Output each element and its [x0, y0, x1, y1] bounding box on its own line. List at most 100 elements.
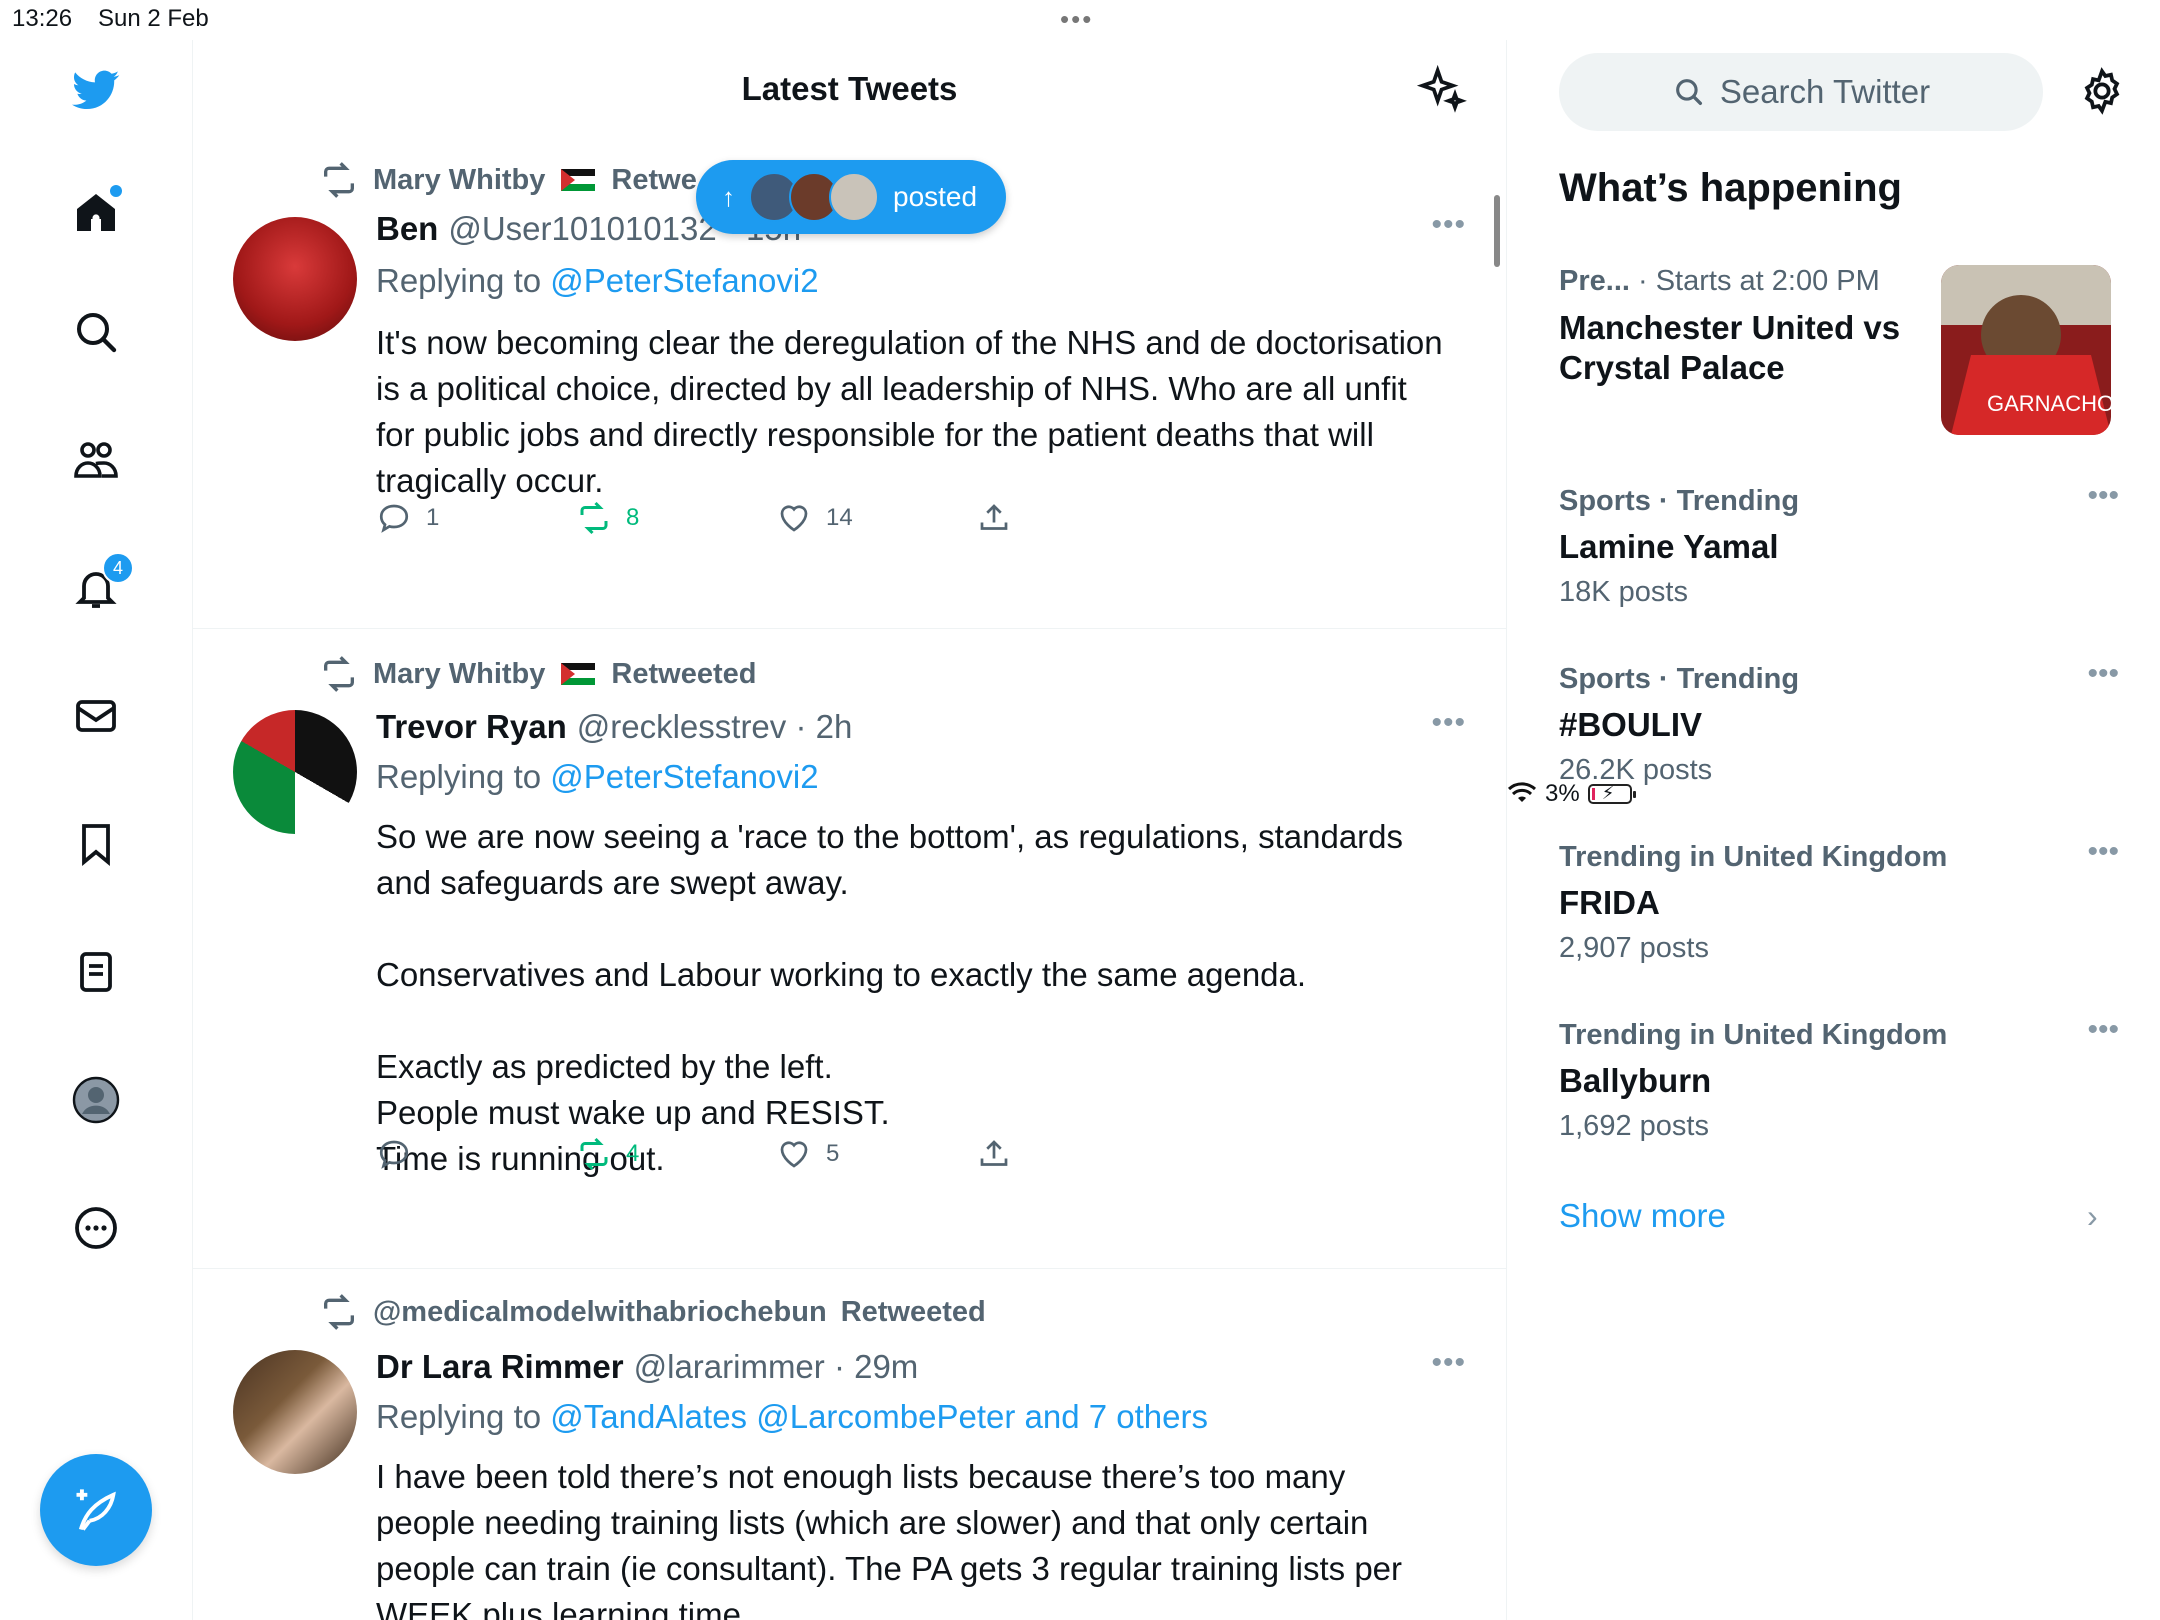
- reply-button[interactable]: 1: [376, 500, 439, 536]
- author-handle[interactable]: @recklesstrev · 2h: [577, 708, 853, 746]
- reply-target-link[interactable]: @PeterStefanovi2: [550, 262, 818, 299]
- like-button[interactable]: 5: [776, 1136, 839, 1172]
- tweet-header: Trevor Ryan @recklesstrev · 2h: [376, 708, 852, 746]
- tweet-header: Dr Lara Rimmer @lararimmer · 29m: [376, 1348, 918, 1386]
- retweeter-name[interactable]: Mary Whitby: [373, 658, 545, 691]
- avatar[interactable]: [233, 710, 357, 834]
- retweeted-label: Retwe: [611, 163, 697, 196]
- nav-messages[interactable]: [66, 686, 126, 746]
- like-count: 14: [826, 504, 853, 531]
- share-button[interactable]: [976, 1136, 1012, 1172]
- event-context: Pre...: [1559, 265, 1630, 297]
- tweet-card[interactable]: Mary Whitby Retweeted Trevor Ryan @reckl…: [193, 628, 1506, 1269]
- event-time: · Starts at 2:00 PM: [1638, 265, 1880, 297]
- nav-bookmarks[interactable]: [66, 814, 126, 874]
- retweeter-name[interactable]: Mary Whitby: [373, 164, 545, 197]
- timeline-title: Latest Tweets: [741, 70, 958, 107]
- share-icon: [980, 1140, 1008, 1166]
- nav-home[interactable]: [66, 183, 126, 243]
- retweet-count: 4: [626, 1140, 640, 1167]
- event-image-caption: GARNACHO: [1987, 391, 2111, 416]
- tweet-more-icon[interactable]: •••: [1431, 1346, 1466, 1380]
- left-nav: 4: [0, 40, 193, 1620]
- trend-more-icon[interactable]: •••: [2087, 657, 2119, 691]
- chevron-right-icon: ›: [2087, 1198, 2098, 1234]
- nav-more[interactable]: [66, 1198, 126, 1258]
- trend-item[interactable]: Sports · Trending Lamine Yamal 18K posts…: [1559, 479, 2119, 609]
- avatar[interactable]: [233, 1350, 357, 1474]
- multitasking-dots-icon[interactable]: •••: [1060, 4, 1093, 35]
- avatar[interactable]: [233, 217, 357, 341]
- event-item[interactable]: Pre... · Starts at 2:00 PM Manchester Un…: [1559, 265, 1939, 388]
- nav-lists[interactable]: [66, 942, 126, 1002]
- search-input[interactable]: Search Twitter: [1559, 53, 2043, 131]
- show-more-link[interactable]: Show more: [1559, 1197, 1726, 1235]
- arrow-up-icon: ↑: [722, 181, 735, 212]
- retweet-icon: [580, 1137, 608, 1171]
- trend-count: 18K posts: [1559, 576, 1688, 608]
- retweeter-name[interactable]: @medicalmodelwithabriochebun: [373, 1296, 827, 1329]
- tweet-more-icon[interactable]: •••: [1431, 706, 1466, 740]
- nav-profile[interactable]: [66, 1070, 126, 1130]
- replying-prefix: Replying to: [376, 1398, 542, 1435]
- trend-item[interactable]: Sports · Trending #BOULIV 26.2K posts ••…: [1559, 657, 2119, 787]
- reply-icon: [379, 1140, 409, 1169]
- trend-item[interactable]: Trending in United Kingdom Ballyburn 1,6…: [1559, 1013, 2119, 1143]
- author-name[interactable]: Trevor Ryan: [376, 708, 567, 746]
- trend-item[interactable]: Trending in United Kingdom FRIDA 2,907 p…: [1559, 835, 2119, 965]
- status-date: Sun 2 Feb: [98, 5, 209, 32]
- tweet-paragraph: It's now becoming clear the deregulation…: [376, 324, 1443, 499]
- reply-target-link[interactable]: @PeterStefanovi2: [550, 758, 818, 795]
- trend-more-icon[interactable]: •••: [2087, 835, 2119, 869]
- heart-icon: [780, 505, 808, 532]
- author-handle[interactable]: @lararimmer · 29m: [634, 1348, 919, 1386]
- reply-button[interactable]: [376, 1136, 412, 1172]
- author-name[interactable]: Ben: [376, 210, 438, 248]
- author-name[interactable]: Dr Lara Rimmer: [376, 1348, 624, 1386]
- like-button[interactable]: 14: [776, 500, 853, 536]
- share-button[interactable]: [976, 500, 1012, 536]
- event-image[interactable]: GARNACHO: [1941, 265, 2111, 435]
- timeline: Latest Tweets Mary Whitby Retwe Ben @Use…: [193, 40, 1507, 1620]
- retweet-count: 8: [626, 504, 640, 531]
- reply-target-link[interactable]: @TandAlates @LarcombePeter and 7 others: [550, 1398, 1208, 1435]
- retweet-button[interactable]: 4: [576, 1136, 639, 1172]
- timeline-header: Latest Tweets: [193, 40, 1506, 140]
- tweet-more-icon[interactable]: •••: [1431, 208, 1466, 242]
- twitter-logo-icon[interactable]: [66, 60, 126, 120]
- trend-context: Trending in United Kingdom: [1559, 841, 1948, 873]
- more-circle-icon: [75, 1207, 117, 1249]
- retweet-context: Mary Whitby Retwe: [319, 160, 697, 200]
- nav-notifications[interactable]: 4: [66, 552, 134, 618]
- palestine-flag-icon: [561, 663, 596, 685]
- tweet-paragraph: I have been told there’s not enough list…: [376, 1458, 1403, 1620]
- replying-prefix: Replying to: [376, 758, 542, 795]
- heart-icon: [780, 1141, 808, 1168]
- trend-count: 1,692 posts: [1559, 1110, 1709, 1142]
- tweet-text: I have been told there’s not enough list…: [376, 1454, 1446, 1620]
- retweet-icon: [324, 1294, 354, 1330]
- event-title: Manchester United vs Crystal Palace: [1559, 309, 1901, 386]
- trend-count: 26.2K posts: [1559, 754, 1713, 786]
- like-count: 5: [826, 1140, 840, 1167]
- tweet-text: It's now becoming clear the deregulation…: [376, 320, 1446, 504]
- nav-explore[interactable]: [66, 302, 126, 362]
- trend-more-icon[interactable]: •••: [2087, 1013, 2119, 1047]
- trend-title: FRIDA: [1559, 884, 1660, 921]
- sparkle-icon[interactable]: [1416, 64, 1468, 116]
- retweet-button[interactable]: 8: [576, 500, 639, 536]
- new-posts-pill[interactable]: ↑ posted: [696, 160, 1006, 234]
- replying-to: Replying to @PeterStefanovi2: [376, 262, 819, 300]
- reply-icon: [379, 504, 409, 533]
- gear-icon[interactable]: [2077, 66, 2127, 116]
- trend-more-icon[interactable]: •••: [2087, 479, 2119, 513]
- trend-title: Lamine Yamal: [1559, 528, 1779, 565]
- compose-tweet-button[interactable]: [40, 1454, 152, 1566]
- replying-to: Replying to @PeterStefanovi2: [376, 758, 819, 796]
- reply-count: 1: [426, 504, 440, 531]
- tweet-card[interactable]: @medicalmodelwithabriochebun Retweeted D…: [193, 1268, 1506, 1620]
- retweet-context: @medicalmodelwithabriochebun Retweeted: [319, 1292, 986, 1332]
- tweet-paragraph: Time is running out.: [376, 1140, 665, 1177]
- nav-communities[interactable]: [66, 430, 126, 490]
- tweet-paragraph: People must wake up and RESIST.: [376, 1094, 890, 1131]
